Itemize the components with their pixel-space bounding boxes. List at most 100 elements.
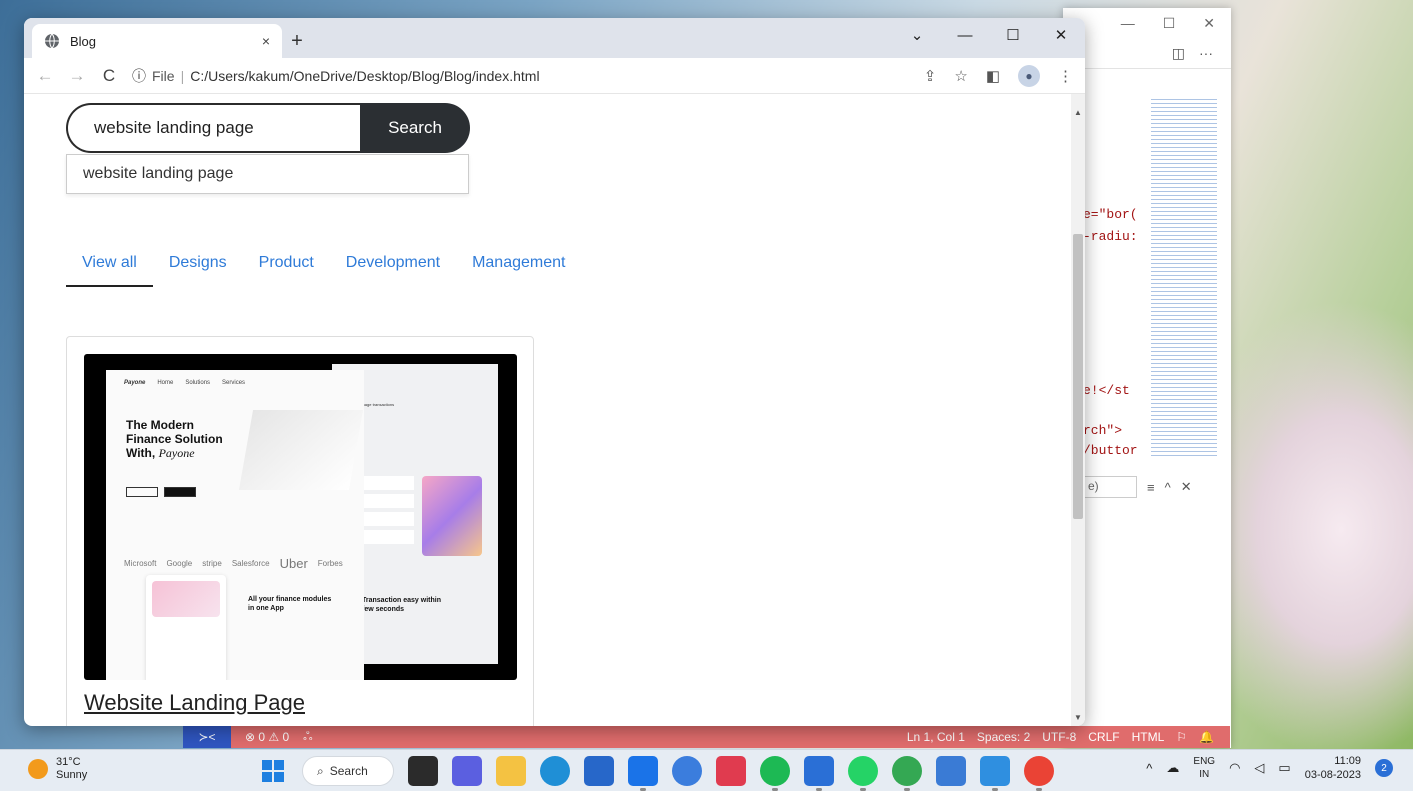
window-controls: ⌄ — ☐ ✕ <box>893 18 1085 52</box>
new-tab-button[interactable]: + <box>282 24 312 58</box>
language-indicator[interactable]: ENG IN <box>1193 755 1215 781</box>
find-close-icon[interactable]: ✕ <box>1181 479 1192 495</box>
search-button[interactable]: Search <box>360 103 470 153</box>
language-mode[interactable]: HTML <box>1132 730 1165 744</box>
logo-forbes: Forbes <box>317 559 343 568</box>
split-editor-icon[interactable]: ◫ <box>1172 45 1185 62</box>
share-icon[interactable]: ⇪ <box>924 67 937 85</box>
photos-icon[interactable] <box>936 756 966 786</box>
side-panel-icon[interactable]: ◧ <box>986 67 1000 85</box>
minimap[interactable] <box>1151 99 1217 459</box>
line-ending[interactable]: CRLF <box>1088 730 1119 744</box>
page-scrollbar[interactable]: ▲ ▼ <box>1071 94 1085 726</box>
reload-button[interactable]: C <box>100 66 118 86</box>
mail-icon[interactable] <box>804 756 834 791</box>
wifi-icon[interactable]: ◠ <box>1229 760 1240 776</box>
clock-date: 03-08-2023 <box>1304 769 1361 781</box>
chrome-canary-icon[interactable] <box>892 756 922 791</box>
filter-development[interactable]: Development <box>330 254 456 287</box>
volume-icon[interactable]: ◁ <box>1254 760 1264 776</box>
notification-badge[interactable]: 2 <box>1375 759 1393 777</box>
address-bar[interactable]: ⓘ File | C:/Users/kakum/OneDrive/Desktop… <box>132 66 910 86</box>
minimize-button[interactable]: — <box>941 18 989 52</box>
autocomplete-suggestion[interactable]: website landing page <box>66 154 469 194</box>
close-button[interactable]: ✕ <box>1037 18 1085 52</box>
find-in-selection-icon[interactable]: ≡ <box>1147 480 1155 495</box>
page-viewport: website landing page Search website land… <box>24 94 1071 726</box>
more-actions-icon[interactable]: ··· <box>1199 45 1213 61</box>
vscode-maximize-button[interactable]: ☐ <box>1163 15 1176 32</box>
mcafee-icon[interactable] <box>716 756 746 786</box>
filter-designs[interactable]: Designs <box>153 254 243 287</box>
edge-icon[interactable] <box>540 756 570 786</box>
desktop-icon[interactable] <box>0 200 24 270</box>
task-view-icon[interactable] <box>408 756 438 786</box>
onedrive-icon[interactable]: ☁ <box>1166 760 1179 776</box>
profile-avatar[interactable]: ● <box>1018 64 1040 87</box>
taskbar-search[interactable]: ⌕ Search <box>302 756 394 786</box>
filter-view-all[interactable]: View all <box>66 254 153 287</box>
scroll-thumb[interactable] <box>1073 234 1083 519</box>
scroll-down-arrow[interactable]: ▼ <box>1074 713 1082 722</box>
cursor-position[interactable]: Ln 1, Col 1 <box>907 730 965 744</box>
windows-logo-icon <box>262 760 284 782</box>
tab-close-icon[interactable]: × <box>262 33 270 49</box>
find-previous-icon[interactable]: ^ <box>1165 480 1171 495</box>
vscode-minimize-button[interactable]: — <box>1121 15 1135 31</box>
encoding[interactable]: UTF-8 <box>1042 730 1076 744</box>
menu-icon[interactable]: ⋮ <box>1058 67 1073 85</box>
remote-indicator[interactable]: ≻< <box>183 726 231 748</box>
vscode-icon[interactable] <box>980 756 1010 791</box>
forward-button[interactable]: → <box>68 66 86 86</box>
tray-chevron-icon[interactable]: ^ <box>1146 761 1152 776</box>
vscode-window[interactable]: — ☐ ✕ ◫ ··· e="bor( -radiu: e!</st rch">… <box>1063 8 1231 748</box>
teams-chat-icon[interactable] <box>452 756 482 786</box>
start-button[interactable] <box>258 756 288 786</box>
taskbar: 31°C Sunny ⌕ Search ^ ☁ ENG IN ◠ ◁ ▭ 11:… <box>0 749 1413 791</box>
thumb-nav-item: Services <box>222 380 246 386</box>
spotify-icon[interactable] <box>760 756 790 791</box>
bell-icon[interactable]: 🔔 <box>1199 730 1214 744</box>
scheme-label: File <box>152 67 175 84</box>
problems-indicator[interactable]: ⊗ 0 ⚠ 0 <box>245 730 289 744</box>
code-fragment: rch"> <box>1083 423 1123 438</box>
back-button[interactable]: ← <box>36 66 54 86</box>
card-title-link[interactable]: Website Landing Page <box>84 690 305 716</box>
live-share-icon[interactable]: ஃ <box>303 729 312 745</box>
sun-icon <box>28 759 48 779</box>
whatsapp-icon[interactable] <box>848 756 878 791</box>
maximize-button[interactable]: ☐ <box>989 18 1037 52</box>
feedback-icon[interactable]: ⚐ <box>1176 730 1187 744</box>
tab-search-icon[interactable]: ⌄ <box>893 18 941 52</box>
bookmark-star-icon[interactable]: ☆ <box>954 67 967 85</box>
blog-card[interactable]: Manage transactions Transaction easy wit… <box>66 336 534 726</box>
pink-card <box>152 581 220 617</box>
card-thumbnail[interactable]: Manage transactions Transaction easy wit… <box>84 354 517 680</box>
clock[interactable]: 11:09 03-08-2023 <box>1305 754 1361 782</box>
filter-management[interactable]: Management <box>456 254 581 287</box>
desktop-icon[interactable] <box>0 130 24 200</box>
vscode-editor[interactable]: e="bor( -radiu: e!</st rch"> /buttor e) … <box>1063 68 1231 748</box>
person-icon: ● <box>1025 68 1033 83</box>
scroll-up-arrow[interactable]: ▲ <box>1074 108 1082 117</box>
desktop-icon[interactable] <box>0 270 24 340</box>
code-fragment: e="bor( <box>1083 207 1138 222</box>
search-input[interactable]: website landing page <box>66 103 360 153</box>
indentation[interactable]: Spaces: 2 <box>977 730 1030 744</box>
store-icon[interactable] <box>584 756 614 786</box>
weather-widget[interactable]: 31°C Sunny <box>28 756 87 782</box>
browser-tab[interactable]: Blog × <box>32 24 282 58</box>
address-path[interactable]: C:/Users/kakum/OneDrive/Desktop/Blog/Blo… <box>190 68 539 84</box>
address-separator: | <box>180 67 185 84</box>
battery-icon[interactable]: ▭ <box>1278 760 1290 776</box>
vscode-close-button[interactable]: ✕ <box>1203 15 1215 32</box>
firefox-icon[interactable] <box>672 756 702 786</box>
file-explorer-icon[interactable] <box>496 756 526 786</box>
hero-buttons <box>126 487 196 497</box>
info-icon[interactable]: ⓘ <box>132 66 146 86</box>
chrome-icon[interactable] <box>1024 756 1054 791</box>
desktop-icon[interactable] <box>0 60 24 130</box>
find-input[interactable]: e) <box>1083 476 1137 498</box>
outlook-icon[interactable] <box>628 756 658 791</box>
filter-product[interactable]: Product <box>243 254 330 287</box>
